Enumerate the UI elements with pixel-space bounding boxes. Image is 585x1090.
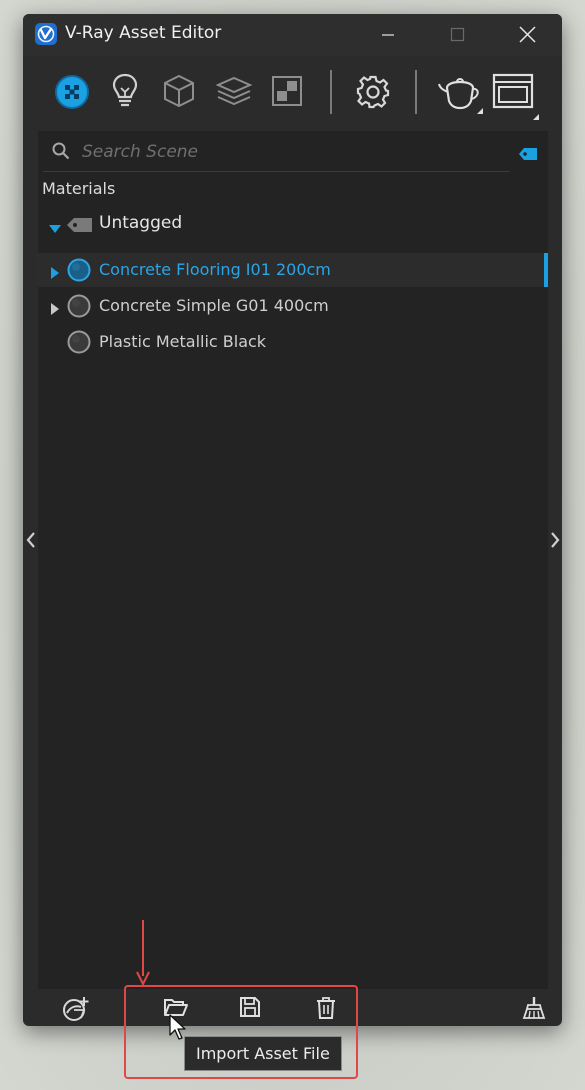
selection-indicator bbox=[544, 253, 548, 287]
expand-arrow-icon[interactable] bbox=[51, 264, 59, 283]
toolbar-separator bbox=[415, 70, 417, 114]
expand-arrow-icon[interactable] bbox=[51, 300, 59, 319]
group-untagged[interactable]: Untagged bbox=[38, 209, 548, 239]
maximize-button[interactable] bbox=[434, 14, 480, 56]
minimize-button[interactable] bbox=[365, 14, 411, 56]
material-label: Concrete Simple G01 400cm bbox=[99, 296, 329, 315]
asset-list-panel: Materials Untagged bbox=[38, 131, 548, 989]
tag-filter-icon[interactable] bbox=[519, 145, 537, 164]
purge-broom-icon[interactable] bbox=[522, 996, 546, 1020]
search-input[interactable] bbox=[80, 139, 484, 165]
material-preview-icon bbox=[67, 258, 91, 286]
title-bar: V-Ray Asset Editor bbox=[23, 14, 562, 56]
tag-icon bbox=[67, 217, 92, 236]
materials-section-title: Materials bbox=[42, 179, 116, 198]
collapse-down-arrow-icon[interactable] bbox=[49, 219, 61, 238]
search-divider bbox=[43, 171, 510, 172]
group-label: Untagged bbox=[99, 213, 183, 233]
search-bar bbox=[38, 131, 548, 172]
textures-icon[interactable] bbox=[271, 75, 303, 107]
material-preview-icon bbox=[67, 294, 91, 322]
annotation-arrow-icon bbox=[133, 920, 153, 990]
frame-buffer-icon[interactable] bbox=[491, 72, 545, 124]
material-preview-icon bbox=[67, 330, 91, 358]
top-toolbar bbox=[23, 56, 562, 131]
material-row[interactable]: Concrete Simple G01 400cm bbox=[38, 289, 548, 323]
render-teapot-icon[interactable] bbox=[437, 70, 487, 120]
window-title: V-Ray Asset Editor bbox=[65, 23, 222, 43]
materials-icon[interactable] bbox=[53, 73, 91, 111]
expand-right-arrow-icon[interactable] bbox=[549, 530, 561, 554]
layers-icon[interactable] bbox=[215, 75, 253, 109]
material-label: Plastic Metallic Black bbox=[99, 332, 267, 351]
material-row[interactable]: Concrete Flooring I01 200cm bbox=[38, 253, 548, 287]
geometry-icon[interactable] bbox=[161, 73, 197, 109]
lights-icon[interactable] bbox=[109, 72, 141, 110]
search-icon bbox=[52, 142, 70, 164]
tooltip: Import Asset File bbox=[184, 1036, 342, 1071]
close-button[interactable] bbox=[504, 14, 550, 56]
collapse-left-arrow-icon[interactable] bbox=[25, 530, 37, 554]
vray-logo-icon bbox=[35, 23, 57, 45]
material-row[interactable]: Plastic Metallic Black bbox=[38, 325, 548, 359]
settings-icon[interactable] bbox=[354, 73, 392, 111]
toolbar-separator bbox=[330, 70, 332, 114]
material-label: Concrete Flooring I01 200cm bbox=[99, 260, 331, 279]
add-material-icon[interactable] bbox=[62, 996, 90, 1022]
asset-editor-window: V-Ray Asset Editor Search Scene Material… bbox=[23, 14, 562, 1026]
